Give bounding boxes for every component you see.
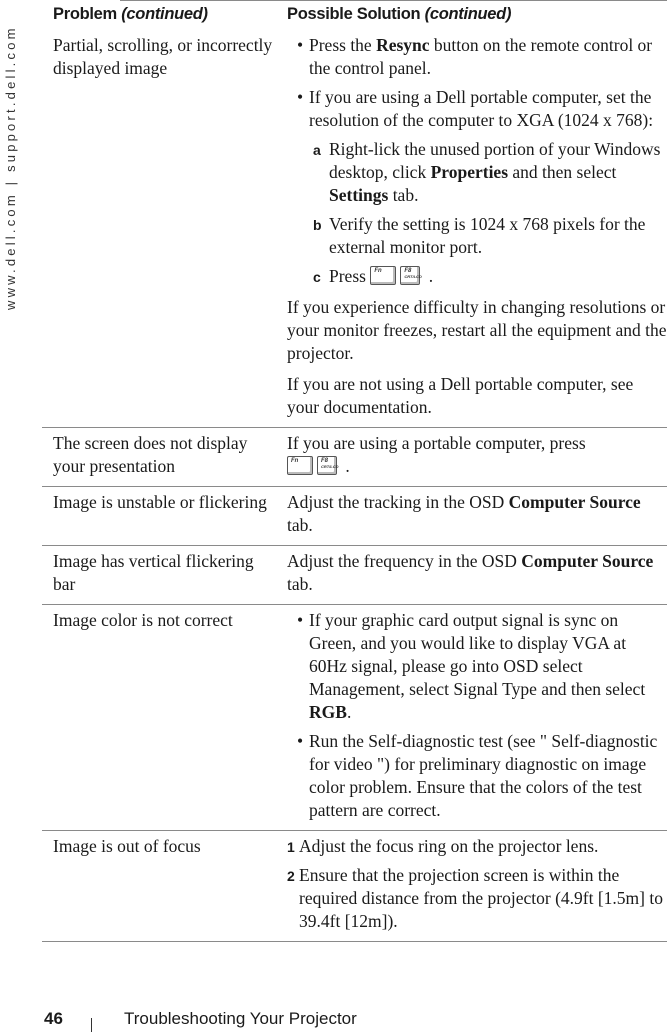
side-url-banner: www.dell.com | support.dell.com bbox=[2, 0, 22, 310]
solution-text: Adjust the frequency in the OSD Computer… bbox=[287, 551, 654, 594]
problem-text: Image has vertical flickering bar bbox=[53, 551, 254, 594]
table-row: Image has vertical flickering bar Adjust… bbox=[42, 545, 667, 604]
problem-text: Partial, scrolling, or incorrectly displ… bbox=[53, 35, 273, 78]
section-title: Troubleshooting Your Projector bbox=[124, 1009, 357, 1028]
problem-text: Image color is not correct bbox=[53, 610, 233, 630]
table-row: Image is unstable or flickering Adjust t… bbox=[42, 486, 667, 545]
fn-key-icon: Fn bbox=[370, 266, 397, 285]
problem-text: Image is out of focus bbox=[53, 836, 201, 856]
f8-crt-lcd-key-icon: F8 CRT/LCD bbox=[317, 456, 338, 475]
header-solution: Possible Solution (continued) bbox=[287, 5, 512, 23]
table-row: Partial, scrolling, or incorrectly displ… bbox=[42, 34, 667, 427]
solution-bullet: • Run the Self-diagnostic test (see " Se… bbox=[297, 731, 658, 820]
solution-step-1: 1 Adjust the focus ring on the projector… bbox=[287, 836, 599, 856]
solution-text: Adjust the tracking in the OSD Computer … bbox=[287, 492, 641, 535]
header-problem: Problem (continued) bbox=[53, 5, 208, 23]
problem-text: Image is unstable or flickering bbox=[53, 492, 267, 512]
solution-step-c: c Press Fn F8 CRT/LCD . bbox=[313, 266, 434, 286]
solution-step-a: a Right-lick the unused portion of your … bbox=[313, 139, 661, 205]
solution-bullet: • Press the Resync button on the remote … bbox=[297, 35, 653, 78]
solution-paragraph: If you experience difficulty in changing… bbox=[287, 297, 667, 363]
solution-paragraph: If you are not using a Dell portable com… bbox=[287, 374, 634, 417]
fn-key-icon: Fn bbox=[287, 456, 313, 475]
solution-step-2: 2 Ensure that the projection screen is w… bbox=[287, 865, 663, 931]
solution-bullet: • If you are using a Dell portable compu… bbox=[297, 87, 654, 130]
solution-bullet: • If your graphic card output signal is … bbox=[297, 610, 646, 722]
solution-text: If you are using a portable computer, pr… bbox=[287, 433, 586, 476]
table-header-row: Problem (continued) Possible Solution (c… bbox=[42, 0, 667, 34]
side-url-text: www.dell.com | support.dell.com bbox=[3, 25, 18, 310]
page-number: 46 bbox=[44, 1009, 63, 1028]
table-row: Image color is not correct • If your gra… bbox=[42, 604, 667, 830]
problem-text: The screen does not display your present… bbox=[53, 433, 248, 476]
table-row: Image is out of focus 1 Adjust the focus… bbox=[42, 830, 667, 942]
solution-step-b: b Verify the setting is 1024 x 768 pixel… bbox=[313, 214, 646, 257]
troubleshooting-table: Problem (continued) Possible Solution (c… bbox=[42, 0, 667, 942]
f8-crt-lcd-key-icon: F8 CRT/LCD bbox=[400, 266, 422, 285]
table-row: The screen does not display your present… bbox=[42, 427, 667, 486]
page-footer: 46 Troubleshooting Your Projector bbox=[0, 1004, 667, 1032]
